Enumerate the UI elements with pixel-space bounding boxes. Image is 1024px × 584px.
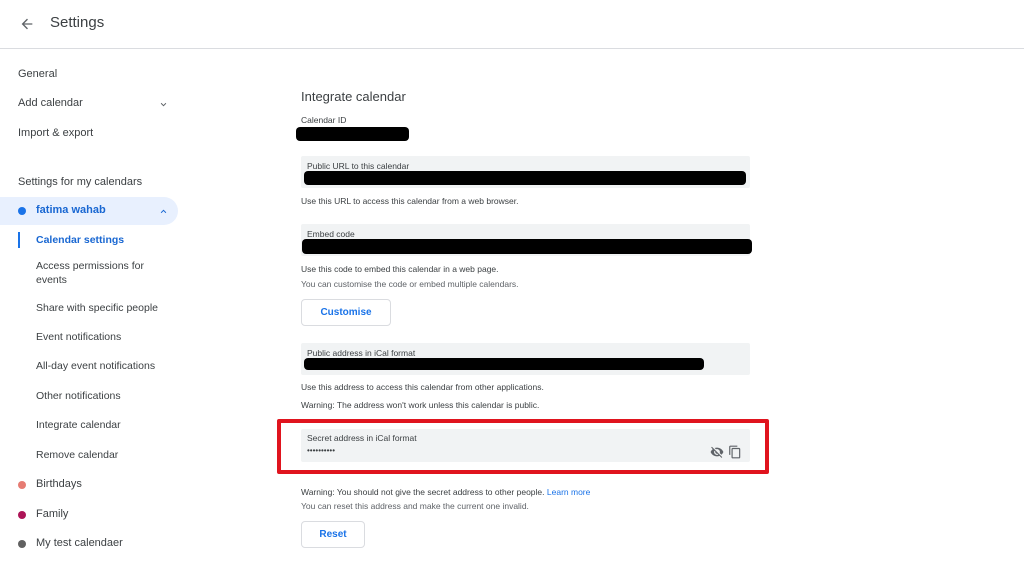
calendar-name: fatima wahab bbox=[36, 204, 106, 216]
active-indicator bbox=[18, 232, 20, 248]
secret-warning: Warning: You should not give the secret … bbox=[301, 487, 545, 497]
sidebar-item-general[interactable]: General bbox=[18, 68, 57, 80]
customise-button[interactable]: Customise bbox=[301, 299, 391, 326]
embed-code-label: Embed code bbox=[307, 229, 355, 239]
highlight-annotation bbox=[277, 419, 769, 474]
calendar-name: Family bbox=[36, 508, 69, 520]
reset-help: You can reset this address and make the … bbox=[301, 501, 529, 511]
sidebar-item-share-people[interactable]: Share with specific people bbox=[36, 301, 171, 315]
calendar-name: Birthdays bbox=[36, 478, 82, 490]
sidebar-item-remove-calendar[interactable]: Remove calendar bbox=[36, 448, 171, 462]
back-button[interactable] bbox=[16, 13, 38, 35]
sidebar-item-allday-notifications[interactable]: All-day event notifications bbox=[36, 359, 171, 373]
calendar-color-dot bbox=[18, 481, 26, 489]
embed-help-2: You can customise the code or embed mult… bbox=[301, 279, 519, 289]
chevron-up-icon[interactable] bbox=[158, 206, 169, 217]
public-url-label: Public URL to this calendar bbox=[307, 161, 410, 171]
public-ical-label: Public address in iCal format bbox=[307, 348, 416, 358]
sidebar-item-event-notifications[interactable]: Event notifications bbox=[36, 330, 171, 344]
sidebar-item-access-permissions[interactable]: Access permissions for events bbox=[36, 259, 171, 287]
sidebar-item-other-notifications[interactable]: Other notifications bbox=[36, 389, 171, 403]
app-header: Settings bbox=[0, 0, 1024, 49]
secret-warning-line: Warning: You should not give the secret … bbox=[301, 487, 590, 497]
public-ical-warning: Warning: The address won't work unless t… bbox=[301, 400, 540, 410]
calendar-color-dot bbox=[18, 207, 26, 215]
calendar-item-selected[interactable]: fatima wahab bbox=[0, 197, 178, 225]
arrow-back-icon bbox=[21, 18, 33, 30]
calendar-color-dot bbox=[18, 540, 26, 548]
learn-more-link[interactable]: Learn more bbox=[547, 487, 590, 497]
sidebar-item-add-calendar[interactable]: Add calendar bbox=[18, 97, 83, 109]
section-label: Settings for my calendars bbox=[18, 176, 143, 188]
calendar-color-dot bbox=[18, 511, 26, 519]
public-ical-help: Use this address to access this calendar… bbox=[301, 382, 544, 392]
calendar-id-redacted bbox=[296, 127, 409, 141]
embed-help-1: Use this code to embed this calendar in … bbox=[301, 264, 499, 274]
calendar-name: My test calendaer bbox=[36, 537, 123, 549]
sidebar-item-calendar-settings[interactable]: Calendar settings bbox=[36, 233, 171, 247]
chevron-down-icon[interactable] bbox=[158, 99, 169, 110]
sidebar-item-import-export[interactable]: Import & export bbox=[18, 127, 93, 139]
reset-button[interactable]: Reset bbox=[301, 521, 365, 548]
embed-code-redacted bbox=[302, 239, 752, 254]
public-url-help: Use this URL to access this calendar fro… bbox=[301, 196, 519, 206]
sidebar-item-integrate-calendar[interactable]: Integrate calendar bbox=[36, 418, 171, 432]
section-heading: Integrate calendar bbox=[301, 89, 406, 104]
calendar-id-label: Calendar ID bbox=[301, 115, 347, 125]
public-ical-redacted bbox=[304, 358, 704, 370]
public-url-redacted bbox=[304, 171, 746, 185]
page-title: Settings bbox=[50, 14, 105, 31]
